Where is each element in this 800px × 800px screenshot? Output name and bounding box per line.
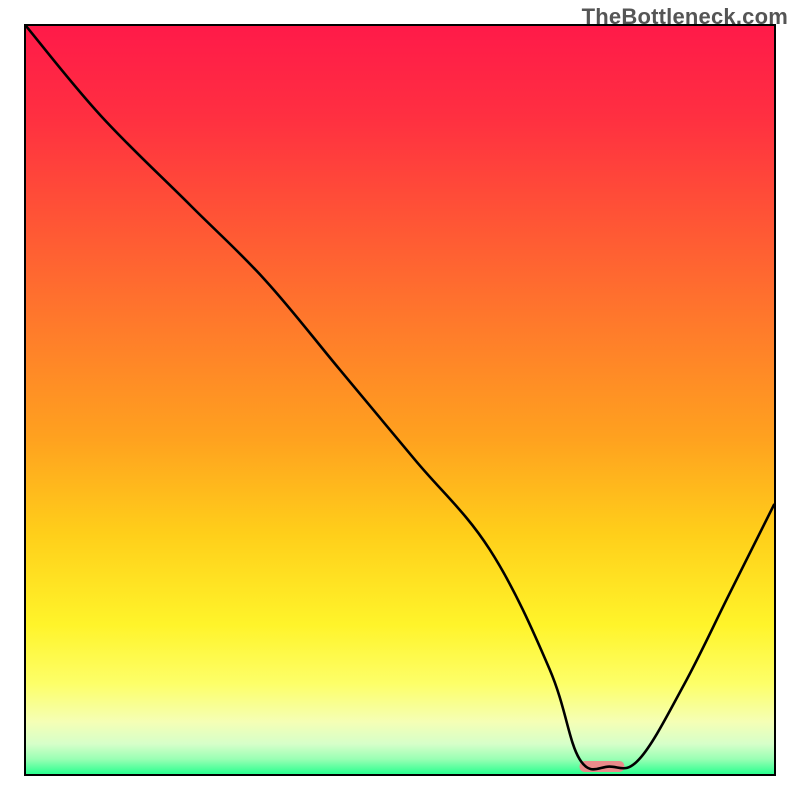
chart-background [26,26,774,774]
chart-frame [24,24,776,776]
bottleneck-chart [26,26,774,774]
watermark-text: TheBottleneck.com [582,4,788,30]
